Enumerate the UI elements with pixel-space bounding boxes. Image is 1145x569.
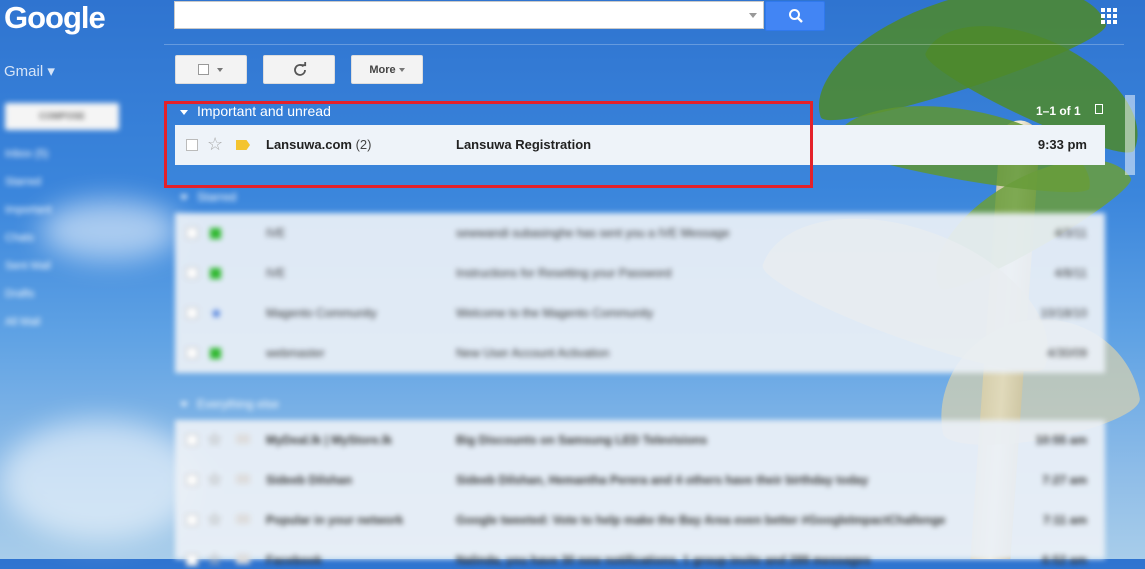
chevron-down-icon (217, 68, 223, 72)
row-subject: New User Account Activation (456, 346, 610, 360)
section-header-starred[interactable]: Starred (180, 190, 236, 204)
sidebar-item-drafts[interactable]: Drafts (5, 287, 51, 315)
refresh-icon (294, 62, 307, 76)
scrollbar[interactable] (1125, 95, 1135, 175)
sidebar-item-important[interactable]: Important (5, 203, 51, 231)
gmail-menu[interactable]: Gmail ▾ (4, 62, 55, 80)
collapse-triangle-icon (180, 195, 188, 201)
compose-button[interactable]: COMPOSE (5, 103, 119, 130)
search-options-icon[interactable] (749, 13, 757, 18)
row-date: 7:27 am (1042, 473, 1087, 487)
important-marker-icon[interactable] (236, 514, 250, 524)
row-checkbox[interactable] (186, 554, 198, 566)
row-subject: Sideeb Dilshan, Hemantha Perera and 4 ot… (456, 473, 869, 487)
table-row[interactable]: webmaster New User Account Activation 4/… (175, 333, 1105, 373)
section-title: Everything else (197, 397, 280, 411)
row-date: 7:11 am (1042, 513, 1087, 527)
important-marker-icon[interactable] (236, 554, 250, 564)
important-marker-icon[interactable] (236, 434, 250, 444)
row-sender: Sideeb Dilshan (266, 473, 353, 487)
select-checkbox[interactable] (198, 64, 209, 75)
cloud (40, 200, 180, 260)
row-subject: Big Discounts on Samsung LED Televisions (456, 433, 708, 447)
blue-star-icon[interactable]: ★ (210, 305, 223, 322)
row-subject: Instructions for Resetting your Password (456, 266, 672, 280)
row-date: 10/18/10 (1040, 306, 1087, 320)
highlight-box (164, 101, 813, 188)
row-date: 4/30/09 (1046, 346, 1087, 360)
row-sender: Magento Community (266, 306, 377, 320)
sidebar-item-inbox[interactable]: Inbox (5) (5, 147, 51, 175)
cloud (0, 420, 200, 540)
star-icon[interactable]: ☆ (207, 431, 222, 448)
row-checkbox[interactable] (186, 474, 198, 486)
section-header-everything-else[interactable]: Everything else (180, 397, 279, 411)
row-sender: IVE (266, 266, 286, 280)
more-button[interactable]: More (351, 55, 423, 84)
row-date: 4/3/11 (1054, 226, 1087, 240)
pager-menu-icon[interactable] (1095, 104, 1103, 114)
green-check-icon[interactable] (210, 348, 221, 359)
pager-text: 1–1 of 1 (1036, 104, 1081, 118)
row-sender: webmaster (266, 346, 325, 360)
apps-grid-icon[interactable] (1101, 8, 1117, 24)
row-subject: sewwandi subasinghe has sent you a IVE M… (456, 226, 730, 240)
row-sender: Facebook (266, 553, 323, 567)
table-row[interactable]: IVE sewwandi subasinghe has sent you a I… (175, 213, 1105, 253)
sidebar-item-chats[interactable]: Chats (5, 231, 51, 259)
table-row[interactable]: ☆ Sideeb Dilshan Sideeb Dilshan, Hemanth… (175, 460, 1105, 500)
search-button[interactable] (765, 1, 825, 31)
sidebar-item-all-mail[interactable]: All Mail (5, 315, 51, 343)
header-divider (164, 44, 1124, 45)
star-icon[interactable]: ☆ (207, 471, 222, 488)
sidebar-nav: Inbox (5) Starred Important Chats Sent M… (5, 147, 51, 343)
table-row[interactable]: ☆ Popular in your network Google tweeted… (175, 500, 1105, 540)
table-row[interactable]: ☆ MyDeal.lk | MyStore.lk Big Discounts o… (175, 420, 1105, 460)
search-input[interactable] (174, 1, 764, 29)
star-icon[interactable]: ☆ (207, 551, 222, 568)
table-row[interactable]: IVE Instructions for Resetting your Pass… (175, 253, 1105, 293)
row-subject: Google tweeted: Vote to help make the Ba… (456, 513, 946, 527)
important-marker-icon[interactable] (236, 474, 250, 484)
row-date: 9:33 pm (1037, 137, 1087, 152)
more-label: More (369, 63, 396, 76)
refresh-button[interactable] (263, 55, 335, 84)
row-checkbox[interactable] (186, 307, 198, 319)
row-sender: Popular in your network (266, 513, 404, 527)
table-row[interactable]: ☆ Facebook Nalinda, you have 30 new noti… (175, 540, 1105, 568)
row-date: 4/8/11 (1054, 266, 1087, 280)
row-sender: IVE (266, 226, 286, 240)
collapse-triangle-icon (180, 402, 188, 408)
gmail-label: Gmail (4, 63, 44, 80)
table-row[interactable]: ★ Magento Community Welcome to the Magen… (175, 293, 1105, 333)
row-checkbox[interactable] (186, 227, 198, 239)
search-icon (789, 9, 803, 23)
green-check-icon[interactable] (210, 268, 221, 279)
row-sender: MyDeal.lk | MyStore.lk (266, 433, 393, 447)
row-date: 10:55 am (1035, 433, 1087, 447)
star-icon[interactable]: ☆ (207, 511, 222, 528)
row-date: 6:52 am (1042, 553, 1087, 567)
row-subject: Nalinda, you have 30 new notifications, … (456, 553, 871, 567)
chevron-down-icon (398, 67, 405, 72)
row-checkbox[interactable] (186, 434, 198, 446)
row-checkbox[interactable] (186, 514, 198, 526)
row-checkbox[interactable] (186, 347, 198, 359)
select-all-button[interactable] (175, 55, 247, 84)
google-logo[interactable]: Google (4, 0, 106, 36)
row-checkbox[interactable] (186, 267, 198, 279)
green-check-icon[interactable] (210, 228, 221, 239)
sidebar-item-sent-mail[interactable]: Sent Mail (5, 259, 51, 287)
row-subject: Welcome to the Magento Community (456, 306, 654, 320)
section-title: Starred (197, 190, 237, 204)
sidebar-item-starred[interactable]: Starred (5, 175, 51, 203)
